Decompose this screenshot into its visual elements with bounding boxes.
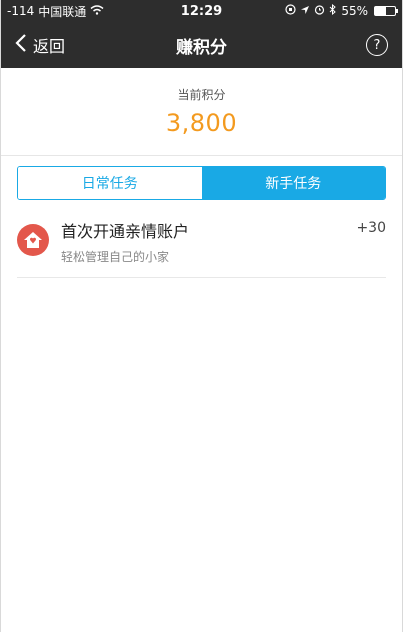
alarm-icon (314, 4, 325, 18)
rotation-lock-icon (285, 4, 296, 18)
status-left: -114 中国联通 (7, 3, 104, 20)
battery-level (375, 7, 386, 15)
task-reward: +30 (356, 220, 386, 236)
chevron-left-icon (15, 34, 27, 56)
points-summary: 当前积分 3,800 (1, 68, 402, 156)
section-gap (1, 156, 402, 166)
task-item[interactable]: 首次开通亲情账户 轻松管理自己的小家 +30 (17, 214, 386, 278)
tab-newbie-tasks[interactable]: 新手任务 (201, 167, 385, 199)
battery-icon (374, 6, 398, 16)
app-screen: -114 中国联通 12:29 55% 返回 赚积分 ? 当前积分 3,800 … (0, 0, 403, 632)
status-bar: -114 中国联通 12:29 55% (1, 0, 402, 22)
back-button[interactable]: 返回 (15, 33, 65, 57)
home-icon (17, 224, 49, 256)
signal-strength: -114 (7, 4, 35, 18)
question-mark-icon: ? (373, 37, 381, 53)
bluetooth-icon (329, 3, 337, 18)
tab-daily-tasks[interactable]: 日常任务 (18, 167, 202, 199)
points-value: 3,800 (165, 109, 238, 137)
task-tabs: 日常任务 新手任务 (17, 166, 386, 200)
wifi-icon (90, 4, 104, 18)
status-right: 55% (285, 3, 398, 18)
task-subtitle: 轻松管理自己的小家 (61, 250, 170, 264)
carrier-name: 中国联通 (38, 4, 87, 19)
help-button[interactable]: ? (366, 34, 388, 56)
back-label: 返回 (33, 37, 66, 56)
navigation-bar: 返回 赚积分 ? (1, 22, 402, 68)
task-title: 首次开通亲情账户 (61, 222, 190, 241)
task-text: 首次开通亲情账户 轻松管理自己的小家 (61, 218, 189, 265)
points-label: 当前积分 (177, 88, 226, 102)
battery-percent: 55% (341, 4, 368, 18)
location-icon (300, 4, 310, 18)
